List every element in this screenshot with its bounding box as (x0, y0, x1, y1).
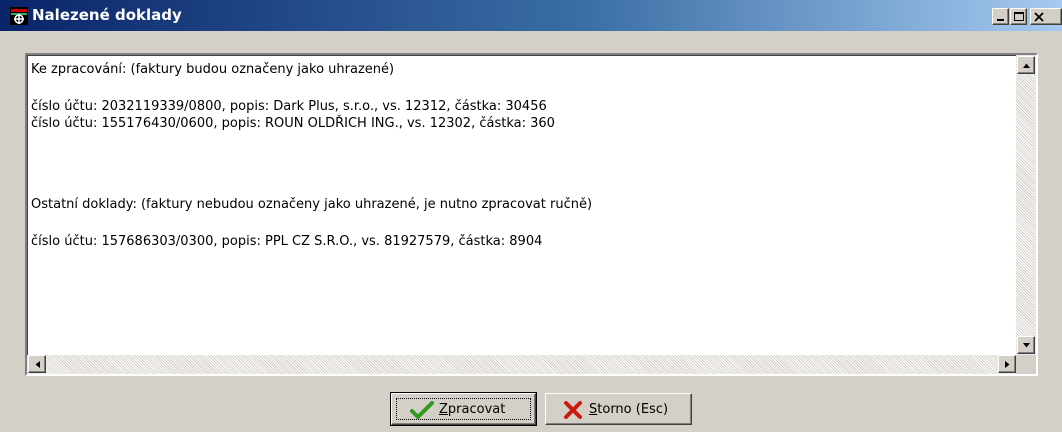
arrow-up-icon (1023, 63, 1030, 68)
minimize-button[interactable] (992, 8, 1009, 25)
arrow-down-icon (1023, 343, 1030, 348)
cancel-button-label: Storno (Esc) (589, 402, 669, 417)
dialog-window: Nalezené doklady Ke zpracování: (faktury… (0, 0, 1062, 432)
checkmark-icon (410, 401, 434, 419)
arrow-left-icon (35, 361, 40, 368)
memo-text[interactable]: Ke zpracování: (faktury budou označeny j… (31, 60, 1015, 356)
close-icon (1034, 12, 1044, 22)
arrow-right-icon (1005, 361, 1010, 368)
scrollbar-corner (1016, 355, 1036, 374)
minimize-icon (997, 19, 1004, 21)
section-heading-other-documents: Ostatní doklady: (faktury nebudou označe… (31, 197, 593, 212)
scroll-right-button[interactable] (998, 355, 1016, 373)
close-button[interactable] (1030, 8, 1062, 25)
cancel-button[interactable]: Storno (Esc) (545, 393, 692, 425)
maximize-icon (1014, 12, 1024, 21)
list-item: číslo účtu: 155176430/0600, popis: ROUN … (31, 116, 555, 131)
found-documents-memo[interactable]: Ke zpracování: (faktury budou označeny j… (25, 53, 1038, 376)
process-button-label: Zpracovat (439, 402, 506, 417)
scroll-down-button[interactable] (1017, 336, 1035, 354)
maximize-button[interactable] (1010, 8, 1027, 25)
scroll-up-button[interactable] (1017, 56, 1035, 74)
app-icon[interactable] (10, 7, 28, 25)
vertical-scrollbar[interactable] (1016, 55, 1036, 355)
title-bar[interactable]: Nalezené doklady (0, 0, 1062, 31)
horizontal-scrollbar[interactable] (27, 355, 1016, 374)
process-button[interactable]: Zpracovat (390, 392, 537, 426)
list-item: číslo účtu: 2032119339/0800, popis: Dark… (31, 99, 547, 114)
list-item: číslo účtu: 157686303/0300, popis: PPL C… (31, 234, 543, 249)
window-title: Nalezené doklady (32, 6, 182, 24)
section-heading-to-process: Ke zpracování: (faktury budou označeny j… (31, 62, 395, 77)
scroll-left-button[interactable] (28, 355, 46, 373)
cross-icon (564, 401, 582, 419)
